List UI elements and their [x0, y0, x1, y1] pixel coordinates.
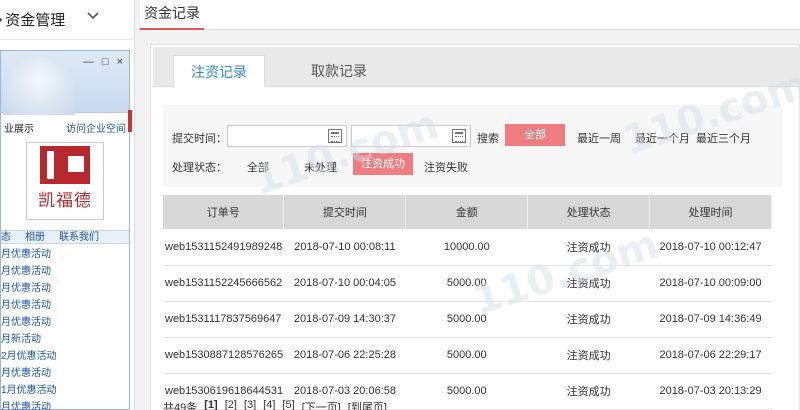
- all-time-button[interactable]: 全部: [505, 124, 565, 146]
- col-status: 处理状态: [527, 195, 651, 229]
- status: 注资成功: [527, 229, 650, 266]
- minimize-icon[interactable]: —: [83, 56, 94, 68]
- filter-area: 提交时间： 搜索 全部 最近一周 最近一个月 最近三个月 处理状态： 全部 未处…: [163, 105, 783, 187]
- end-date-input[interactable]: [351, 125, 471, 147]
- col-process-time: 处理时间: [649, 195, 772, 229]
- maximize-icon[interactable]: □: [102, 56, 109, 68]
- status: 注资成功: [527, 265, 650, 302]
- order-id: web1530887128576265: [163, 337, 284, 374]
- status-success-button[interactable]: 注资成功: [353, 153, 413, 175]
- qq-info-bar: 业展示 访问企业空间: [1, 120, 129, 136]
- promo-link[interactable]: 2月优惠活动: [1, 348, 129, 365]
- qq-tab-status[interactable]: 态: [1, 231, 11, 243]
- promo-link[interactable]: 月优惠活动: [1, 314, 129, 331]
- logo-text: 凯福德: [38, 191, 92, 211]
- promo-link[interactable]: 1月优惠活动: [1, 382, 129, 399]
- submit-time: 2018-07-10 00:08:11: [283, 229, 406, 266]
- company-logo: 凯福德: [26, 142, 104, 220]
- window-controls: — □ ×: [83, 56, 123, 68]
- col-submit-time: 提交时间: [283, 195, 407, 229]
- page-1-link[interactable]: [1]: [204, 399, 217, 410]
- main-header: 资金记录: [140, 0, 800, 30]
- records-table: 订单号 提交时间 金额 处理状态 处理时间 web153115249198924…: [163, 195, 772, 410]
- submit-time: 2018-07-06 22:25:28: [283, 337, 406, 374]
- promo-link[interactable]: 月优惠活动: [1, 263, 129, 280]
- col-amount: 金额: [405, 195, 529, 229]
- status-fail-button[interactable]: 注资失败: [424, 159, 468, 175]
- sidebar: • 资金管理 — □ × 业展示 访问企业空间 凯福德 态 相册 联系我们 月优…: [0, 0, 135, 410]
- logo-mark: [40, 146, 90, 184]
- tab-withdraw-records[interactable]: 取款记录: [293, 55, 385, 87]
- order-id: web1531152245666562: [163, 265, 284, 302]
- status: 注资成功: [527, 337, 650, 374]
- page-3-link[interactable]: [3]: [244, 399, 256, 410]
- next-page-link[interactable]: [下一页]: [302, 399, 341, 410]
- qq-bar-label: 业展示: [4, 124, 34, 135]
- amount: 5000.00: [405, 301, 528, 338]
- process-time: 2018-07-09 14:36:49: [649, 301, 772, 338]
- table-row: web1531117837569647 2018-07-09 14:30:37 …: [163, 301, 772, 338]
- table-row: web1530887128576265 2018-07-06 22:25:28 …: [163, 337, 772, 374]
- promo-list: 月优惠活动 月优惠活动 月优惠活动 月优惠活动 月优惠活动 月新活动 2月优惠活…: [1, 244, 129, 410]
- table-header-row: 订单号 提交时间 金额 处理状态 处理时间: [163, 195, 772, 229]
- page-4-link[interactable]: [4]: [263, 399, 275, 410]
- promo-link[interactable]: 月优惠活动: [1, 246, 129, 263]
- tab-deposit-records[interactable]: 注资记录: [173, 55, 265, 87]
- process-time: 2018-07-03 20:13:29: [649, 373, 772, 410]
- amount: 5000.00: [405, 373, 528, 410]
- amount: 5000.00: [405, 337, 528, 374]
- bullet-icon: •: [0, 13, 2, 27]
- sidebar-title: 资金管理: [5, 12, 66, 29]
- status-label: 处理状态：: [172, 162, 227, 174]
- page-2-link[interactable]: [2]: [225, 399, 237, 410]
- status-all-button[interactable]: 全部: [247, 159, 269, 175]
- content-panel: 注资记录 取款记录 提交时间： 搜索 全部 最近一周 最近一个月 最近三个月 处…: [150, 44, 800, 410]
- process-time: 2018-07-10 00:12:47: [649, 229, 772, 266]
- order-id: web1531117837569647: [163, 301, 284, 338]
- start-date-input[interactable]: [227, 125, 347, 147]
- promo-link[interactable]: 月新活动: [1, 331, 129, 348]
- qq-widget-header: — □ ×: [1, 51, 129, 115]
- chevron-down-icon[interactable]: [86, 9, 100, 23]
- tab-fund-records[interactable]: 资金记录: [140, 0, 204, 30]
- amount: 5000.00: [405, 265, 528, 302]
- calendar-icon[interactable]: [328, 129, 342, 143]
- promo-link[interactable]: 月优惠活动: [1, 399, 129, 410]
- submit-time: 2018-07-09 14:30:37: [283, 301, 406, 338]
- calendar-icon[interactable]: [452, 129, 466, 143]
- status-pending-button[interactable]: 未处理: [304, 159, 337, 175]
- visit-space-link[interactable]: 访问企业空间: [66, 120, 126, 136]
- status: 注资成功: [527, 373, 650, 410]
- last-week-button[interactable]: 最近一周: [577, 130, 621, 146]
- qq-tabs: 态 相册 联系我们: [1, 230, 129, 244]
- promo-link[interactable]: 月优惠活动: [1, 280, 129, 297]
- last-month-button[interactable]: 最近一个月: [635, 130, 690, 146]
- total-count: 共49条: [163, 402, 198, 410]
- page-5-link[interactable]: [5]: [282, 399, 294, 410]
- table-row: web1531152245666562 2018-07-10 00:04:05 …: [163, 265, 772, 302]
- qq-tab-contact[interactable]: 联系我们: [59, 231, 99, 243]
- last-three-months-button[interactable]: 最近三个月: [696, 130, 751, 146]
- order-id: web1531152491989248: [163, 229, 284, 266]
- pagination: 共49条 [1] [2] [3] [4] [5] [下一页] [到尾页]: [163, 399, 387, 410]
- promo-link[interactable]: 月优惠活动: [1, 297, 129, 314]
- status: 注资成功: [527, 301, 650, 338]
- process-time: 2018-07-10 00:09:00: [649, 265, 772, 302]
- record-tabs: 注资记录 取款记录: [153, 47, 800, 87]
- col-order-id: 订单号: [163, 195, 285, 229]
- submit-time-label: 提交时间：: [172, 133, 227, 145]
- close-icon[interactable]: ×: [117, 56, 123, 68]
- avatar: [3, 57, 75, 115]
- promo-link[interactable]: 月优惠活动: [1, 365, 129, 382]
- last-page-link[interactable]: [到尾页]: [348, 399, 387, 410]
- sidebar-header[interactable]: • 资金管理: [0, 0, 134, 40]
- search-button[interactable]: 搜索: [477, 130, 499, 146]
- table-row: web1531152491989248 2018-07-10 00:08:11 …: [163, 229, 772, 266]
- qq-widget: — □ × 业展示 访问企业空间 凯福德 态 相册 联系我们 月优惠活动 月优惠…: [0, 50, 130, 410]
- submit-time: 2018-07-10 00:04:05: [283, 265, 406, 302]
- side-marker: [128, 110, 132, 132]
- qq-tab-album[interactable]: 相册: [25, 231, 45, 243]
- process-time: 2018-07-06 22:29:17: [649, 337, 772, 374]
- amount: 10000.00: [405, 229, 528, 266]
